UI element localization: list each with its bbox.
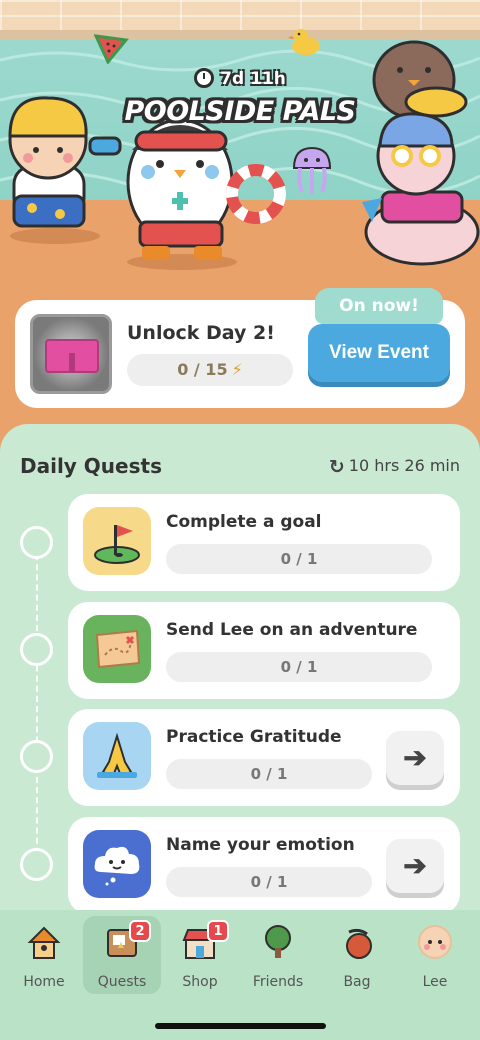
on-now-badge: On now! [315, 288, 443, 324]
cloud-face-icon [83, 830, 151, 898]
quest-progress: 0 / 1 [166, 759, 372, 789]
event-banner: 7d 11h POOLSIDE PALS [0, 0, 480, 300]
jellyfish-icon [292, 146, 332, 194]
daily-quests-title: Daily Quests [20, 454, 162, 478]
view-event-button[interactable]: View Event [308, 324, 450, 382]
tab-label: Shop [182, 974, 218, 990]
event-title: POOLSIDE PALS [124, 96, 356, 127]
quest-progress: 0 / 1 [166, 867, 372, 897]
shop-badge: 1 [207, 920, 229, 942]
bottom-tab-bar: Home 2 Quests 1 Shop Friends Bag Lee [0, 910, 480, 1040]
tab-friends[interactable]: Friends [239, 916, 317, 994]
quest-name: Complete a goal [166, 512, 322, 532]
tab-quests[interactable]: 2 Quests [83, 916, 161, 994]
tab-label: Friends [252, 974, 304, 990]
refresh-icon: ↻ [328, 456, 345, 478]
rubber-duck-icon [288, 29, 320, 55]
lee-avatar-icon [418, 925, 452, 959]
quest-card[interactable]: Complete a goal 0 / 1 [68, 494, 460, 591]
arrow-right-icon: ➔ [403, 850, 427, 881]
event-progress: 0 / 15 ⚡ [127, 354, 293, 386]
reward-thumbnail [30, 314, 112, 394]
swim-shorts-icon [45, 339, 99, 373]
quests-reset-timer: ↻ 10 hrs 26 min [329, 456, 460, 478]
house-icon [27, 926, 61, 959]
event-progress-text: 0 / 15 [177, 360, 228, 379]
quests-badge: 2 [129, 920, 151, 942]
tab-bag[interactable]: Bag [318, 916, 396, 994]
tab-label: Quests [97, 974, 147, 990]
go-to-quest-button[interactable]: ➔ [386, 839, 444, 893]
bag-icon [346, 928, 372, 959]
quest-name: Send Lee on an adventure [166, 620, 418, 640]
lightning-bolt-icon: ⚡ [231, 360, 243, 379]
tab-label: Home [23, 974, 65, 990]
quest-name: Name your emotion [166, 835, 355, 855]
quest-progress: 0 / 1 [166, 544, 432, 574]
go-to-quest-button[interactable]: ➔ [386, 731, 444, 785]
tab-home[interactable]: Home [5, 916, 83, 994]
quests-reset-timer-text: 10 hrs 26 min [348, 456, 460, 475]
penguin-lifeguard-character [126, 118, 286, 270]
treasure-map-icon [83, 615, 151, 683]
unlock-label: Unlock Day 2! [127, 322, 275, 344]
tab-label: Lee [422, 974, 448, 990]
daily-quests-panel: Daily Quests ↻ 10 hrs 26 min Complete a g… [0, 424, 480, 924]
pool-friends-characters [362, 40, 480, 266]
golf-flag-icon [83, 507, 151, 575]
quest-card[interactable]: Send Lee on an adventure 0 / 1 [68, 602, 460, 699]
quest-status-circle [20, 740, 53, 773]
event-unlock-card: Unlock Day 2! 0 / 15 ⚡ On now! View Event [15, 288, 465, 408]
tab-shop[interactable]: 1 Shop [161, 916, 239, 994]
watermelon-icon [94, 34, 129, 64]
quest-progress: 0 / 1 [166, 652, 432, 682]
tab-lee[interactable]: Lee [396, 916, 474, 994]
quest-status-circle [20, 633, 53, 666]
praying-hands-icon [83, 722, 151, 790]
quest-status-circle [20, 848, 53, 881]
tree-icon [265, 925, 291, 958]
arrow-right-icon: ➔ [403, 742, 427, 773]
event-timer: 7d 11h [0, 68, 480, 89]
home-indicator [155, 1023, 326, 1029]
quest-card[interactable]: Name your emotion 0 / 1 ➔ [68, 817, 460, 914]
clock-icon [194, 68, 215, 88]
tab-label: Bag [343, 974, 371, 990]
quest-timeline [36, 544, 38, 864]
event-timer-text: 7d 11h [220, 69, 286, 89]
quest-card[interactable]: Practice Gratitude 0 / 1 ➔ [68, 709, 460, 806]
quest-status-circle [20, 526, 53, 559]
quest-name: Practice Gratitude [166, 727, 342, 747]
